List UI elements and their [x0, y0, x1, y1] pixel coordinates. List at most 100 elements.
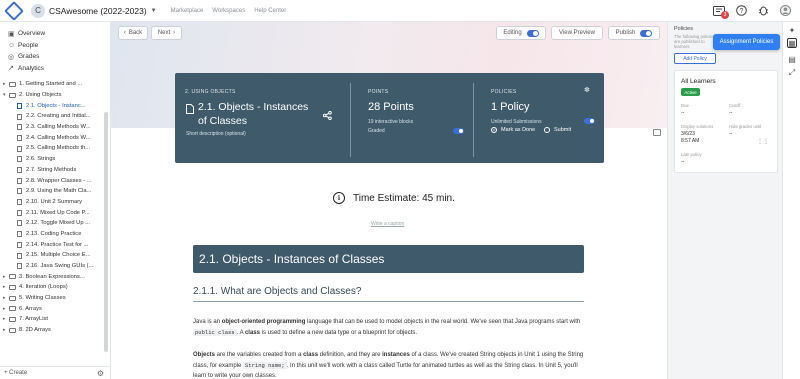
pin-icon[interactable]: ✽ — [584, 86, 590, 94]
sparkle-icon[interactable]: ✦ — [787, 25, 797, 35]
tree-folder[interactable]: ▸ 1. Getting Started and ... — [0, 79, 104, 90]
chevron-right-icon[interactable]: ▸ — [3, 274, 6, 280]
policies-panel-icon[interactable]: ▦ — [787, 38, 797, 48]
page-icon — [17, 188, 22, 195]
course-title[interactable]: CSAwesome (2022-2023) — [49, 6, 147, 16]
chevron-down-icon[interactable]: ▼ — [151, 8, 157, 14]
tree-page[interactable]: 2.16. Java Swing GUIs (... — [0, 261, 104, 272]
publish-toggle[interactable]: Publish — [608, 26, 660, 40]
back-button[interactable]: ‹ Back — [118, 26, 148, 40]
sidebar-item-people[interactable]: ☺ People — [8, 40, 110, 52]
tree-page[interactable]: 2.2. Creating and Initial... — [0, 111, 104, 122]
tree-page[interactable]: 2.7. String Methods — [0, 165, 104, 176]
chevron-right-icon[interactable]: ▸ — [3, 327, 6, 333]
sidebar-item-overview[interactable]: ▣ Overview — [8, 28, 110, 40]
chevron-right-icon[interactable]: ▸ — [3, 316, 6, 322]
tree-page[interactable]: 2.9. Using the Math Cla... — [0, 186, 104, 197]
page-icon — [17, 241, 22, 248]
nav-link-help-center[interactable]: Help Center — [254, 8, 286, 14]
tree-page[interactable]: 2.1. Objects - Instanc... — [0, 100, 104, 111]
more-icon[interactable]: ⋮⋮ — [757, 138, 769, 145]
tree-page[interactable]: 2.4. Calling Methods W... — [0, 132, 104, 143]
tree-item-label: 8. 2D Arrays — [19, 327, 51, 334]
tree-folder[interactable]: ▸ 7. ArrayList — [0, 314, 104, 325]
chevron-right-icon[interactable]: ▸ — [3, 81, 6, 87]
bug-icon[interactable] — [756, 4, 770, 17]
tree-folder[interactable]: ▸ 4. Iteration (Loops) — [0, 282, 104, 293]
page-icon — [17, 156, 22, 163]
sidebar-scrollbar[interactable] — [104, 112, 108, 352]
page-icon — [17, 145, 22, 152]
tree-item-label: 2.13. Coding Practice — [26, 230, 82, 237]
late-policy-label: Late policy — [681, 152, 702, 157]
user-avatar[interactable] — [778, 4, 792, 17]
chevron-right-icon[interactable]: ▸ — [3, 306, 6, 312]
gear-icon[interactable]: ⚙ — [97, 369, 104, 378]
sidebar-item-grades[interactable]: ◎ Grades — [8, 51, 110, 63]
tree-page[interactable]: 2.15. Multiple Choice E... — [0, 250, 104, 261]
write-caption-link[interactable]: Write a caption — [371, 221, 404, 227]
chevron-right-icon[interactable]: ▸ — [3, 295, 6, 301]
notifications-icon[interactable]: 3 — [712, 4, 729, 19]
sidebar-item-analytics[interactable]: ↗ Analytics — [8, 63, 110, 75]
tree-folder[interactable]: ▸ 3. Boolean Expressions... — [0, 271, 104, 282]
editing-toggle[interactable]: Editing — [496, 26, 546, 40]
tree-page[interactable]: 2.6. Strings — [0, 154, 104, 165]
mark-done-radio[interactable]: Mark as Done — [491, 127, 535, 133]
folder-icon — [9, 327, 16, 333]
interactive-blocks: 19 interactive blocks — [368, 119, 414, 125]
tree-page[interactable]: 2.12. Toggle Mixed Up ... — [0, 218, 104, 229]
nav-link-marketplace[interactable]: Marketplace — [171, 8, 204, 14]
page-title[interactable]: 2.1. Objects - Instances of Classes — [198, 100, 318, 128]
editing-label: Editing — [503, 30, 522, 36]
submit-label: Submit — [554, 127, 572, 133]
learners-policy-card[interactable]: All Learners Active Due -- Cutoff -- Dis… — [674, 70, 778, 173]
tree-page[interactable]: 2.14. Practice Test for ... — [0, 239, 104, 250]
course-avatar: C — [31, 3, 45, 18]
sidebar: ▣ Overview ☺ People ◎ Grades ↗ Analytics… — [0, 22, 111, 379]
chevron-right-icon[interactable]: ▸ — [3, 284, 6, 290]
tree-page[interactable]: 2.13. Coding Practice — [0, 229, 104, 240]
tree-page[interactable]: 2.5. Calling Methods th... — [0, 143, 104, 154]
points-value: 28 Points — [368, 101, 414, 113]
top-nav: C CSAwesome (2022-2023) ▼ Marketplace Wo… — [0, 0, 800, 22]
tree-folder[interactable]: ▸ 6. Arrays — [0, 303, 104, 314]
assignment-policies-button[interactable]: Assignment Policies — [713, 34, 780, 50]
tree-folder[interactable]: ▾ 2. Using Objects — [0, 90, 104, 101]
editing-switch[interactable] — [526, 29, 539, 37]
graded-switch[interactable] — [453, 128, 464, 134]
nav-link-workspaces[interactable]: Workspaces — [212, 8, 245, 14]
tree-folder[interactable]: ▸ 8. 2D Arrays — [0, 325, 104, 336]
view-preview-button[interactable]: View Preview — [551, 26, 603, 40]
page-icon — [17, 199, 22, 206]
paragraph-1: Java is an object-oriented programming l… — [193, 319, 581, 336]
chevron-down-icon[interactable]: ▾ — [3, 92, 6, 98]
tree-page[interactable]: 2.10. Unit 2 Summary — [0, 197, 104, 208]
app-logo-icon[interactable] — [4, 0, 24, 21]
description-placeholder[interactable]: Short description (optional) — [186, 131, 246, 137]
tree-folder[interactable]: ▸ 5. Writing Classes — [0, 293, 104, 304]
due-label: Due — [681, 103, 689, 108]
section-header: 2. USING OBJECTS — [185, 89, 236, 95]
create-button[interactable]: + Create — [4, 370, 27, 376]
tree-page[interactable]: 2.8. Wrapper Classes - ... — [0, 175, 104, 186]
page-icon[interactable]: ▤ — [787, 54, 797, 64]
next-button[interactable]: Next › — [151, 26, 182, 40]
help-icon[interactable]: ? — [734, 4, 748, 17]
tree-page[interactable]: 2.3. Calling Methods W... — [0, 122, 104, 133]
tree-item-label: 2.8. Wrapper Classes - ... — [26, 177, 92, 184]
page-icon — [186, 104, 194, 114]
paragraph-2: Objects are the variables created from a… — [193, 352, 584, 379]
share-icon[interactable] — [323, 111, 332, 120]
tree-item-label: 2.12. Toggle Mixed Up ... — [26, 220, 91, 227]
tree-page[interactable]: 2.11. Mixed Up Code P... — [0, 207, 104, 218]
policies-panel: Policies The following policies are publ… — [667, 22, 782, 379]
tree-item-label: 7. ArrayList — [19, 316, 48, 323]
publish-switch[interactable] — [640, 29, 653, 37]
add-policy-button[interactable]: Add Policy — [674, 53, 716, 64]
expand-icon[interactable]: ⤢ — [787, 68, 797, 78]
tree-item-label: 1. Getting Started and ... — [19, 81, 83, 88]
submit-radio[interactable]: Submit — [544, 127, 571, 133]
unlimited-switch[interactable] — [584, 118, 595, 124]
image-icon[interactable] — [653, 129, 661, 136]
